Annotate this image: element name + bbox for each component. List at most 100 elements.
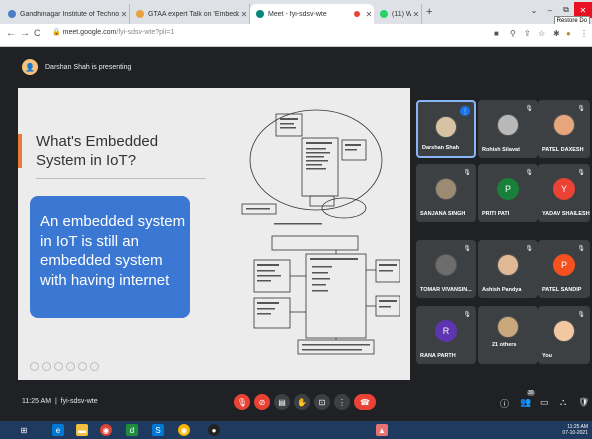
- close-tab-icon[interactable]: ✕: [364, 10, 374, 19]
- mic-muted-icon: 🎙: [525, 246, 533, 252]
- meeting-time-code: 11:25 AM | fyi-sdsv-wte: [22, 398, 98, 405]
- participant-count-badge: 30: [527, 390, 535, 396]
- tab-search-icon[interactable]: ⌄: [526, 2, 542, 18]
- new-tab-button[interactable]: +: [426, 6, 432, 18]
- participant-avatar: [435, 254, 457, 276]
- close-tab-icon[interactable]: ✕: [239, 10, 249, 19]
- close-tab-icon[interactable]: ✕: [411, 10, 421, 19]
- app-icon[interactable]: d: [126, 424, 138, 436]
- participant-name: Darshan Shah: [422, 145, 459, 151]
- participant-tile[interactable]: 🎙 SANJANA SINGH: [416, 164, 476, 222]
- star-icon[interactable]: ☆: [538, 29, 545, 38]
- system-clock[interactable]: 11:25 AM 07-10-2021: [562, 424, 588, 436]
- mic-muted-icon: 🎙: [463, 170, 471, 176]
- meeting-code: fyi-sdsv-wte: [60, 398, 98, 405]
- others-avatar-group: [497, 316, 519, 338]
- iot-architecture-diagram: [241, 109, 400, 355]
- start-icon[interactable]: ⊞: [18, 424, 30, 436]
- mic-muted-icon: 🎙: [577, 246, 585, 252]
- participant-name: Ashish Pandya: [482, 287, 522, 293]
- slide-nav-menu[interactable]: [54, 362, 63, 371]
- participant-tile[interactable]: 🎙 TOMAR VIVANSIN...: [416, 240, 476, 298]
- host-controls-icon[interactable]: 🛡: [578, 397, 589, 408]
- presenting-text: Darshan Shah is presenting: [45, 63, 132, 71]
- extensions-icon[interactable]: ✱: [553, 29, 560, 38]
- participant-name: TOMAR VIVANSIN...: [420, 287, 472, 293]
- participant-tile[interactable]: ⋮ Darshan Shah: [416, 100, 476, 158]
- chat-icon[interactable]: ▭: [540, 397, 549, 408]
- forward-arrow-icon[interactable]: →: [20, 28, 30, 39]
- activities-icon[interactable]: ⛬: [560, 397, 566, 408]
- tray-app-icon[interactable]: ▲: [376, 424, 388, 436]
- participant-tile-self[interactable]: 🎙 You: [538, 306, 590, 364]
- url-host: meet.google.com: [62, 29, 117, 36]
- slide-nav-next[interactable]: [90, 362, 99, 371]
- participant-tile[interactable]: 🎙 PATEL DAXESH: [538, 100, 590, 158]
- chrome-icon[interactable]: ◉: [100, 424, 112, 436]
- back-arrow-icon[interactable]: ←: [6, 28, 16, 39]
- slide-nav-prev[interactable]: [42, 362, 51, 371]
- participant-name: Rohish Silavat: [482, 147, 520, 153]
- chrome-canary-icon[interactable]: ◉: [178, 424, 190, 436]
- zoom-icon[interactable]: ⚲: [510, 29, 516, 38]
- participant-letter-avatar: Y: [553, 178, 575, 200]
- people-icon[interactable]: 👥: [520, 397, 531, 408]
- slide-title: What's Embedded System in IoT?: [36, 133, 159, 169]
- slide-nav-pen[interactable]: [66, 362, 75, 371]
- slide-nav-first[interactable]: [30, 362, 39, 371]
- tab-whatsapp[interactable]: (11) WhatsApp ✕: [374, 4, 422, 24]
- mic-muted-icon: 🎙: [577, 312, 585, 318]
- meeting-details-icon[interactable]: ⓘ: [500, 397, 509, 410]
- address-bar: ← → C 🔒 meet.google.com/fyi-sdsv-wte?pli…: [0, 24, 592, 47]
- file-explorer-icon[interactable]: ▬: [76, 424, 88, 436]
- reload-icon[interactable]: C: [34, 28, 41, 38]
- mic-muted-icon: 🎙: [525, 170, 533, 176]
- raise-hand-button[interactable]: ✋: [294, 394, 310, 410]
- mic-toggle-button[interactable]: 🎙: [234, 394, 250, 410]
- skype-icon[interactable]: S: [152, 424, 164, 436]
- media-icon[interactable]: ●: [208, 424, 220, 436]
- tab-gandhinagar[interactable]: Gandhinagar Institute of Technol ✕: [2, 4, 130, 24]
- edge-icon[interactable]: e: [52, 424, 64, 436]
- tab-meet[interactable]: Meet - fyi-sdsv-wte ✕: [250, 4, 374, 24]
- participant-tile[interactable]: 🎙 Ashish Pandya: [478, 240, 538, 298]
- camera-icon[interactable]: ■: [494, 29, 499, 38]
- participant-name: RANA PARTH: [420, 353, 456, 359]
- url-field[interactable]: 🔒 meet.google.com/fyi-sdsv-wte?pli=1: [52, 28, 174, 36]
- mic-muted-icon: 🎙: [577, 106, 585, 112]
- presenter-avatar: 👤: [22, 59, 38, 75]
- captions-button[interactable]: ▤: [274, 394, 290, 410]
- participant-name: You: [542, 353, 552, 359]
- slide-divider: [36, 178, 206, 179]
- participant-name: PATEL SANDIP: [542, 287, 582, 293]
- participant-tile-others[interactable]: 21 others: [478, 306, 538, 364]
- browser-tab-strip: Gandhinagar Institute of Technol ✕ GTAA …: [0, 0, 592, 26]
- tab-label: Gandhinagar Institute of Technol: [20, 10, 119, 18]
- slide-title-accent: [18, 134, 22, 168]
- participant-letter-avatar: P: [497, 178, 519, 200]
- slide-nav-zoom[interactable]: [78, 362, 87, 371]
- profile-icon[interactable]: ●: [566, 29, 571, 38]
- share-icon[interactable]: ⇪: [524, 29, 531, 38]
- tab-favicon-icon: [380, 10, 388, 18]
- participant-tile[interactable]: P 🎙 PRITI PATI: [478, 164, 538, 222]
- participant-tile[interactable]: 🎙 Rohish Silavat: [478, 100, 538, 158]
- tab-gtaa[interactable]: GTAA expert Talk on 'Embedded ✕: [130, 4, 250, 24]
- more-options-button[interactable]: ⋮: [334, 394, 350, 410]
- participant-tile[interactable]: R 🎙 RANA PARTH: [416, 306, 476, 364]
- mic-muted-icon: 🎙: [577, 170, 585, 176]
- camera-toggle-button[interactable]: ⊘: [254, 394, 270, 410]
- tab-favicon-icon: [136, 10, 144, 18]
- participant-tile[interactable]: Y 🎙 YADAV SHAILESH: [538, 164, 590, 222]
- mic-muted-icon: 🎙: [525, 106, 533, 112]
- mic-muted-icon: 🎙: [463, 246, 471, 252]
- participant-tile[interactable]: P 🎙 PATEL SANDIP: [538, 240, 590, 298]
- present-button[interactable]: ⊡: [314, 394, 330, 410]
- participant-avatar: [435, 178, 457, 200]
- close-tab-icon[interactable]: ✕: [119, 10, 129, 19]
- tab-label: Meet - fyi-sdsv-wte: [268, 10, 327, 18]
- menu-icon[interactable]: ⋮: [580, 29, 588, 38]
- leave-call-button[interactable]: ☎: [354, 394, 376, 410]
- clock-date: 07-10-2021: [562, 430, 588, 436]
- windows-taskbar: ⊞ e ▬ ◉ d S ◉ ● ▲ 11:25 AM 07-10-2021: [0, 421, 592, 439]
